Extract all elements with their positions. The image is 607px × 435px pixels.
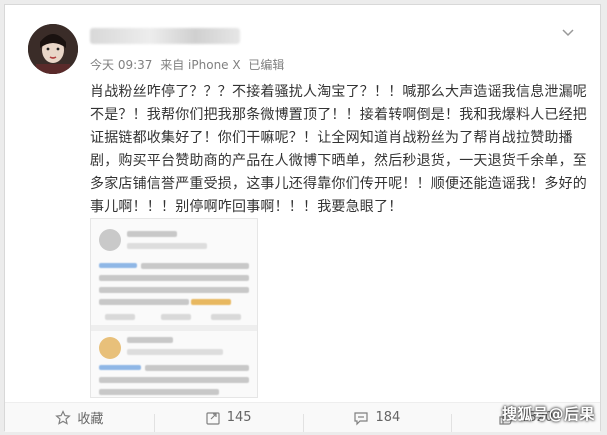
post-source: 来自 iPhone X [160, 58, 241, 72]
post-image-thumbnail[interactable] [90, 218, 258, 398]
comment-icon [354, 411, 369, 425]
username[interactable] [90, 25, 270, 47]
favorite-button[interactable]: 收藏 [5, 408, 154, 427]
repost-count: 145 [226, 410, 252, 425]
weibo-post-card: 今天 09:37 来自 iPhone X 已编辑 肖战粉丝咋停了？？？不接着骚扰… [4, 4, 601, 432]
comment-count: 184 [375, 410, 401, 425]
favorite-label: 收藏 [77, 412, 104, 427]
post-time[interactable]: 今天 09:37 [90, 58, 152, 72]
post-meta: 今天 09:37 来自 iPhone X 已编辑 [90, 56, 288, 73]
post-text: 肖战粉丝咋停了？？？不接着骚扰人淘宝了？！！喊那么大声造谣我信息泄漏呢不是？！我… [90, 84, 587, 215]
user-avatar[interactable] [28, 24, 78, 74]
repost-button[interactable]: 145 [153, 410, 303, 432]
username-redacted [90, 28, 240, 44]
more-options-icon[interactable] [558, 23, 578, 43]
repost-icon [206, 411, 220, 425]
star-icon [55, 409, 72, 425]
comment-button[interactable]: 184 [302, 410, 452, 432]
edited-label[interactable]: 已编辑 [248, 58, 284, 72]
sohu-watermark: 搜狐号@后果 [501, 405, 595, 423]
